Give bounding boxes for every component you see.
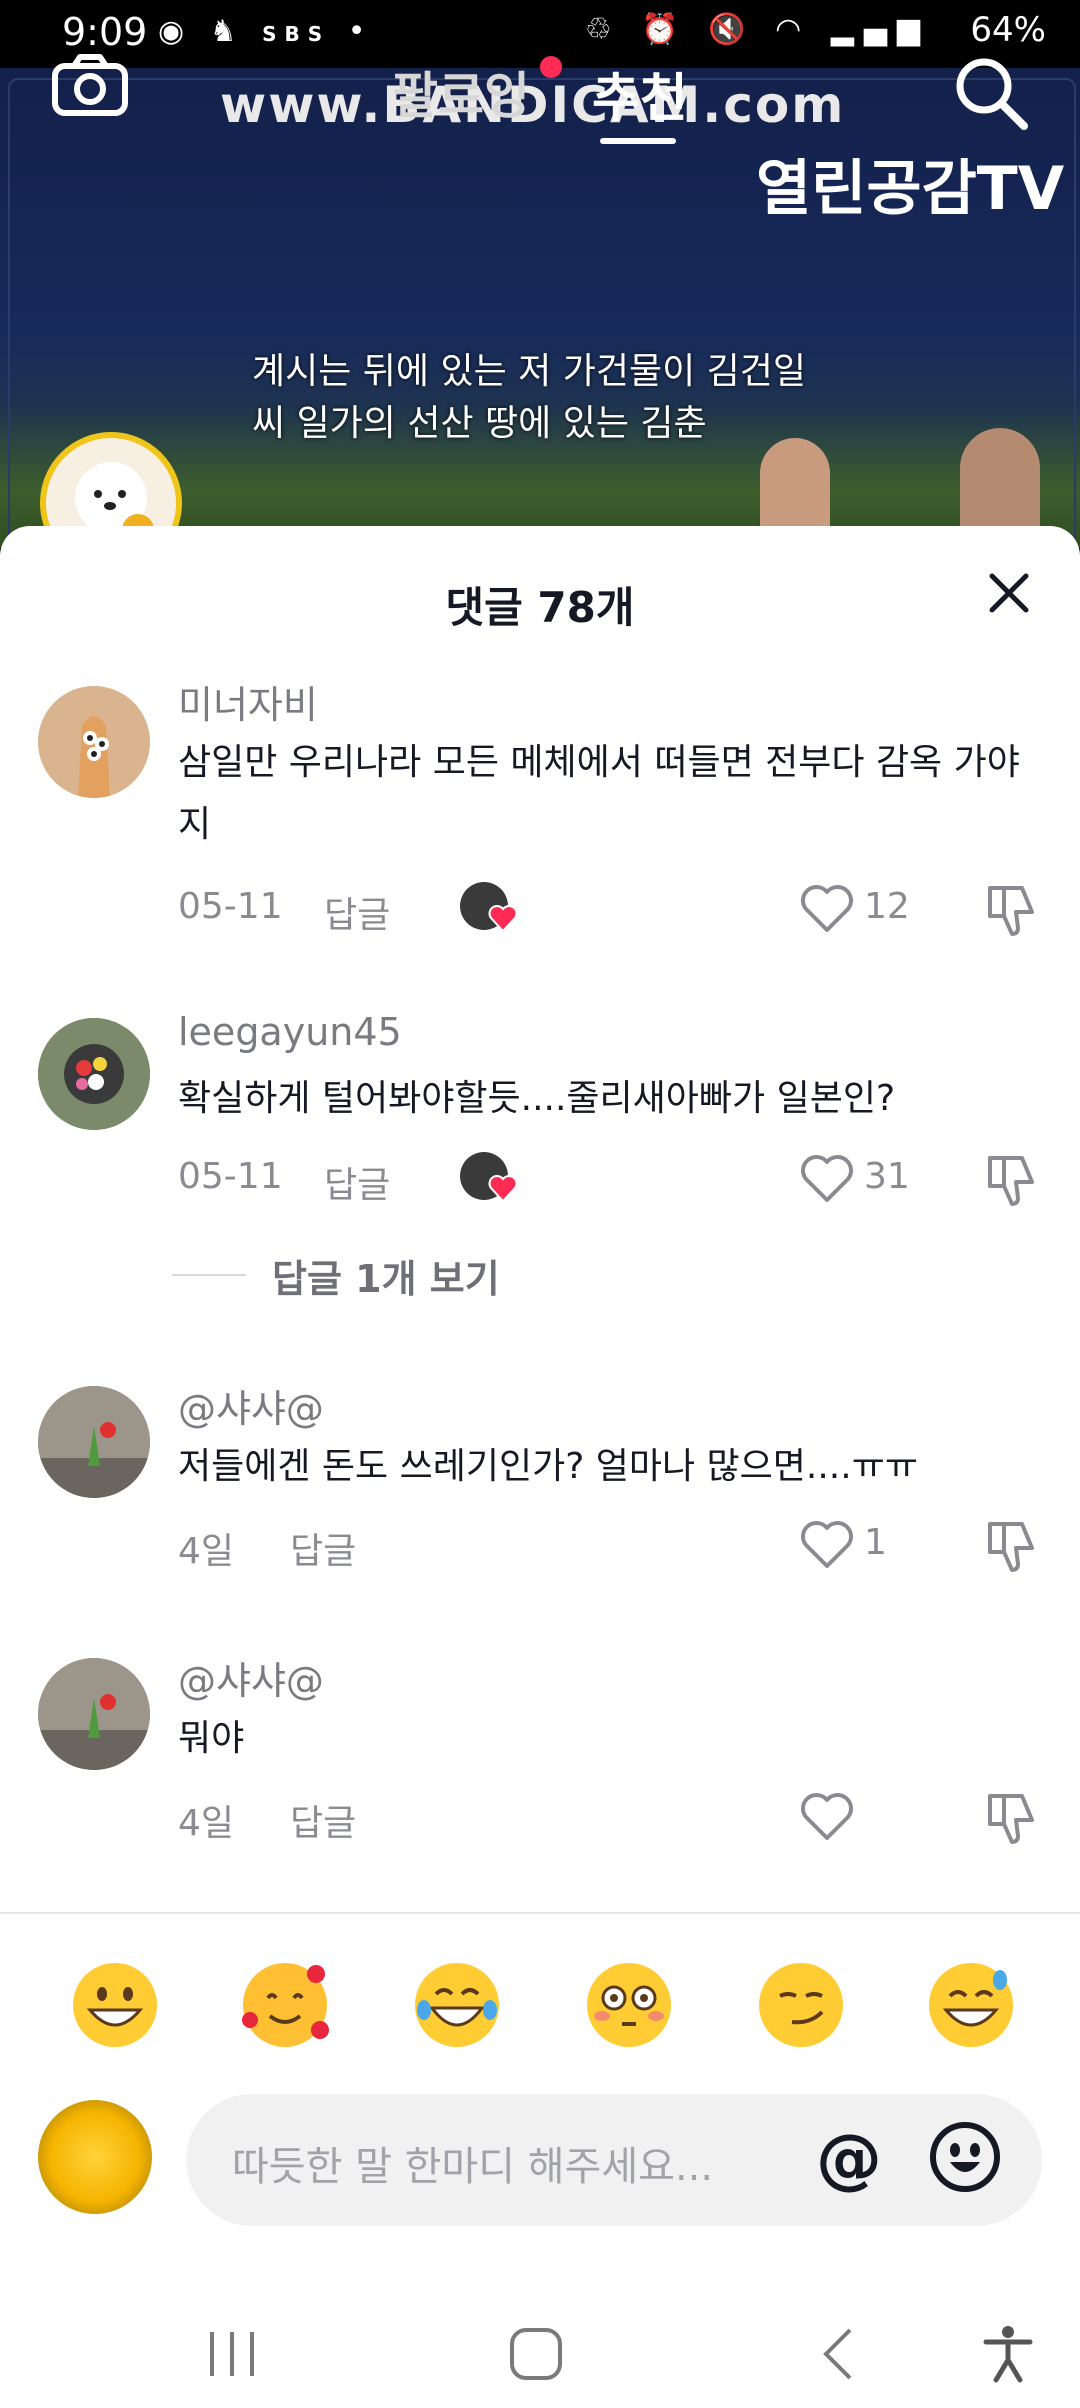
channel-logo: 열린공감TV bbox=[756, 154, 1065, 224]
subtitle-line-2: 씨 일가의 선산 땅에 있는 김춘 bbox=[252, 403, 707, 444]
comment-text-line: 삼일만 우리나라 모든 메체에서 떠들면 전부다 감옥 가야 bbox=[178, 742, 1020, 783]
comment-avatar[interactable] bbox=[38, 1658, 150, 1770]
comments-sheet: 댓글 78개 미너자비 삼일만 우리나라 모든 메체에서 떠들면 전부다 감옥 … bbox=[0, 526, 1080, 2408]
dislike-icon[interactable] bbox=[982, 1518, 1040, 1574]
comment-avatar[interactable] bbox=[38, 686, 150, 798]
comment-date: 4일 bbox=[178, 1803, 235, 1844]
camera-icon[interactable] bbox=[52, 54, 128, 116]
recent-apps-icon[interactable] bbox=[202, 2324, 262, 2384]
tab-following[interactable]: 팔로잉 bbox=[392, 56, 530, 128]
comment-text-line: 확실하게 털어봐야할듯....줄리새아빠가 일본인? bbox=[178, 1078, 896, 1119]
back-icon[interactable] bbox=[810, 2324, 870, 2384]
comment-avatar[interactable] bbox=[38, 1386, 150, 1498]
dislike-icon[interactable] bbox=[982, 1790, 1040, 1846]
comment-date: 4일 bbox=[178, 1531, 235, 1572]
status-notification-icons: ◉ ♞ SBS • bbox=[158, 14, 374, 49]
my-avatar[interactable] bbox=[38, 2100, 152, 2214]
dislike-icon[interactable] bbox=[982, 1152, 1040, 1208]
like-heart-icon[interactable] bbox=[800, 1154, 854, 1204]
like-heart-icon[interactable] bbox=[800, 1520, 854, 1570]
flowers-avatar-icon bbox=[38, 1018, 150, 1130]
tears-of-joy-icon[interactable] bbox=[412, 1960, 502, 2050]
plant-avatar-icon bbox=[38, 1386, 150, 1498]
view-replies-button[interactable]: 답글 1개 보기 bbox=[272, 1248, 500, 1303]
close-icon[interactable] bbox=[986, 570, 1032, 616]
flushed-face-icon[interactable] bbox=[584, 1960, 674, 2050]
tab-active-indicator bbox=[600, 138, 676, 144]
dislike-icon[interactable] bbox=[982, 882, 1040, 938]
comment-avatar[interactable] bbox=[38, 1018, 150, 1130]
comments-count-title: 댓글 78개 bbox=[445, 583, 635, 632]
like-heart-icon[interactable] bbox=[800, 1792, 854, 1842]
like-count: 1 bbox=[864, 1522, 887, 1563]
comment-author[interactable]: 미너자비 bbox=[178, 674, 318, 729]
cartoon-avatar-icon bbox=[38, 686, 150, 798]
comment-date: 05-11 bbox=[178, 1156, 283, 1197]
reply-button[interactable]: 답글 bbox=[290, 1794, 356, 1846]
reply-button[interactable]: 답글 bbox=[290, 1522, 356, 1574]
reply-button[interactable]: 답글 bbox=[324, 1156, 390, 1208]
comment-date: 05-11 bbox=[178, 886, 283, 927]
like-count: 31 bbox=[864, 1156, 910, 1197]
grinning-face-icon[interactable] bbox=[70, 1960, 160, 2050]
comment-text: 저들에겐 돈도 쓰레기인가? 얼마나 많으면....ㅠㅠ bbox=[178, 1436, 1048, 1498]
comment-text-line: 뭐야 bbox=[178, 1718, 245, 1759]
subtitle-line-1: 계시는 뒤에 있는 저 가건물이 김건일 bbox=[252, 351, 807, 392]
home-icon[interactable] bbox=[506, 2324, 566, 2384]
system-nav-bar bbox=[0, 2300, 1080, 2408]
grinning-sweat-face-icon[interactable] bbox=[926, 1960, 1016, 2050]
plant-avatar-icon bbox=[38, 1658, 150, 1770]
tab-for-you[interactable]: 추천 bbox=[592, 56, 688, 131]
like-heart-icon[interactable] bbox=[800, 884, 854, 934]
comment-input-divider bbox=[0, 1912, 1080, 1914]
creator-liked-heart-icon bbox=[488, 1175, 518, 1202]
comment-text: 확실하게 털어봐야할듯....줄리새아빠가 일본인? bbox=[178, 1068, 1048, 1130]
status-system-icons: ♲ ⏰ 🔇 ◠ ▂▄▆ bbox=[584, 12, 930, 47]
smiling-face-with-hearts-icon[interactable] bbox=[240, 1960, 330, 2050]
status-bar: 9:09 ◉ ♞ SBS • ♲ ⏰ 🔇 ◠ ▂▄▆ 64% bbox=[0, 0, 1080, 68]
comment-text: 삼일만 우리나라 모든 메체에서 떠들면 전부다 감옥 가야 지 bbox=[178, 732, 1048, 856]
comment-author[interactable]: @샤샤@ bbox=[178, 1378, 324, 1433]
view-replies-divider bbox=[172, 1274, 246, 1276]
search-icon[interactable] bbox=[952, 54, 1030, 132]
status-time: 9:09 bbox=[62, 10, 148, 54]
creator-liked-heart-icon bbox=[488, 905, 518, 932]
comment-author[interactable]: leegayun45 bbox=[178, 1010, 402, 1054]
accessibility-icon[interactable] bbox=[978, 2324, 1038, 2384]
comment-input-placeholder: 따듯한 말 한마디 해주세요... bbox=[232, 2144, 714, 2190]
comment-text-line: 저들에겐 돈도 쓰레기인가? 얼마나 많으면....ㅠㅠ bbox=[178, 1446, 918, 1487]
reply-button[interactable]: 답글 bbox=[324, 886, 390, 938]
battery-level: 64% bbox=[970, 10, 1046, 50]
like-count: 12 bbox=[864, 886, 910, 927]
comment-text: 뭐야 bbox=[178, 1708, 1048, 1770]
comment-author[interactable]: @샤샤@ bbox=[178, 1650, 324, 1705]
bandicam-watermark: www.BANDICAM.com bbox=[220, 76, 846, 134]
smirking-face-icon[interactable] bbox=[756, 1960, 846, 2050]
mention-icon[interactable]: @ bbox=[816, 2120, 882, 2197]
video-subtitle: 계시는 뒤에 있는 저 가건물이 김건일 씨 일가의 선산 땅에 있는 김춘 bbox=[252, 346, 806, 450]
comment-input[interactable]: 따듯한 말 한마디 해주세요... @ bbox=[186, 2094, 1042, 2226]
new-content-dot bbox=[540, 56, 562, 78]
comment-text-line: 지 bbox=[178, 804, 212, 845]
emoji-picker-icon[interactable] bbox=[928, 2120, 1002, 2194]
